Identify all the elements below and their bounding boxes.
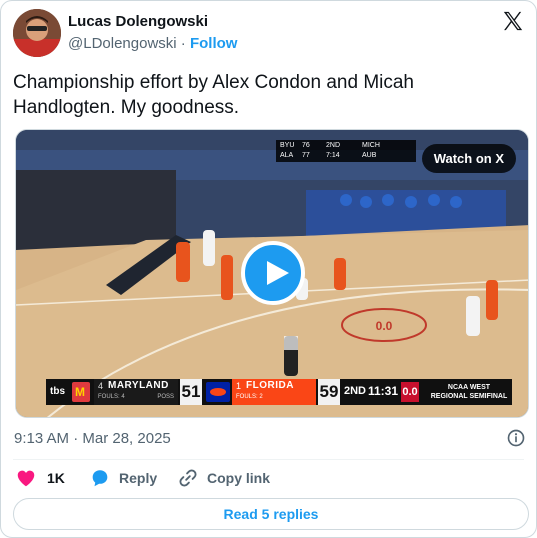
event-line: NCAA WEST <box>447 384 491 391</box>
reply-label: Reply <box>119 470 158 486</box>
arena-score: 76 <box>302 142 310 149</box>
game-clock: 11:31 <box>368 384 399 398</box>
arena-team: AUB <box>362 152 377 159</box>
copy-link-button[interactable]: Copy link <box>177 467 277 489</box>
court-logo-text: 0.0 <box>376 319 393 333</box>
florida-logo-icon <box>206 382 230 402</box>
arena-team: ALA <box>280 152 294 159</box>
team2-name: FLORIDA <box>246 380 294 391</box>
author-name[interactable]: Lucas Dolengowski <box>68 13 208 30</box>
team1-fouls: FOULS: 4 <box>98 394 125 400</box>
separator-dot: · <box>180 35 186 52</box>
tv-scorebug: tbs 4 MARYLAND FOULS: 4 POSS 51 1 FLORID… <box>46 379 512 405</box>
game-period: 2ND <box>344 385 367 397</box>
network-logo: tbs <box>50 386 65 397</box>
read-replies-button[interactable]: Read 5 replies <box>13 498 529 530</box>
event-label: NCAA WEST REGIONAL SEMIFINAL <box>428 383 510 401</box>
team2-score: 59 <box>318 379 340 405</box>
arena-score: 77 <box>302 152 310 159</box>
arena-team: MICH <box>362 142 380 149</box>
team2-seed: 1 <box>236 381 242 391</box>
arena-period: 2ND <box>326 142 341 149</box>
watch-on-x-button[interactable]: Watch on X <box>421 144 516 173</box>
reply-button[interactable]: Reply <box>89 467 169 489</box>
follow-button[interactable]: Follow <box>190 35 238 52</box>
like-button[interactable]: 1K <box>15 467 75 489</box>
tweet-text-line: Championship effort by Alex Condon and M… <box>13 72 415 93</box>
heart-icon <box>17 470 35 487</box>
arena-scoreboard: BYU 76 ALA 77 2ND 7:14 MICH AUB <box>276 140 416 162</box>
author-avatar[interactable] <box>13 9 61 57</box>
event-line: REGIONAL SEMIFINAL <box>430 393 508 400</box>
tweet-header: Lucas Dolengowski @LDolengowski · Follow <box>13 9 526 59</box>
link-icon <box>179 469 197 487</box>
team2-panel: 1 FLORIDA FOULS: 2 <box>232 379 316 405</box>
team1-score: 51 <box>180 379 202 405</box>
author-handle-row: @LDolengowski · Follow <box>68 35 237 52</box>
x-logo-icon[interactable] <box>502 10 524 32</box>
shot-clock: 0.0 <box>401 382 419 402</box>
tweet-text-line: Handlogten. My goodness. <box>13 97 240 118</box>
like-count: 1K <box>47 470 65 486</box>
arena-team: BYU <box>280 142 295 149</box>
tweet-timestamp[interactable]: 9:13 AM · Mar 28, 2025 <box>14 430 171 447</box>
tweet-card: Lucas Dolengowski @LDolengowski · Follow… <box>0 0 537 538</box>
info-icon[interactable] <box>506 428 526 448</box>
team1-panel: 4 MARYLAND FOULS: 4 POSS <box>94 379 178 405</box>
copy-link-label: Copy link <box>207 470 271 486</box>
tweet-text: Championship effort by Alex Condon and M… <box>13 70 513 120</box>
team1-name: MARYLAND <box>108 380 169 391</box>
team2-fouls: FOULS: 2 <box>236 394 263 400</box>
author-handle[interactable]: @LDolengowski <box>68 35 177 52</box>
video-player[interactable]: 0.0 BYU 76 ALA 77 2ND 7:14 MICH AUB Watc… <box>15 129 529 418</box>
arena-clock: 7:14 <box>326 152 340 159</box>
team1-possession: POSS <box>157 394 174 400</box>
team1-seed: 4 <box>98 381 104 391</box>
play-icon[interactable] <box>241 241 305 305</box>
maryland-logo-icon <box>72 382 90 402</box>
divider <box>13 459 524 460</box>
reply-bubble-icon <box>92 470 108 487</box>
